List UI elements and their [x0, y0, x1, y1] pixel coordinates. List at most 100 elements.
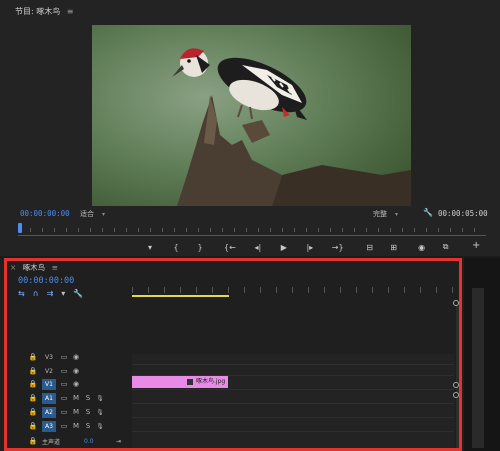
microphone-icon[interactable]: 🎙 [94, 409, 106, 416]
mute-button[interactable]: M [70, 408, 82, 416]
lock-icon[interactable]: 🔒 [28, 367, 38, 375]
lock-icon[interactable]: 🔒 [28, 422, 38, 430]
track-name[interactable]: A1 [42, 392, 56, 404]
timeline-tools: ⇆ ∩ ⇉ ▾ 🔧 [18, 289, 83, 298]
eye-icon[interactable]: ◉ [70, 367, 82, 375]
step-forward-icon[interactable]: |▸ [306, 243, 314, 252]
track-header-v1[interactable]: 🔒 V1 ▭ ◉ [28, 377, 132, 391]
scroll-handle-mid[interactable] [453, 382, 459, 388]
lock-icon[interactable]: 🔒 [28, 353, 38, 361]
sync-lock-icon[interactable]: ▭ [58, 422, 70, 430]
scrub-ticks [18, 228, 486, 232]
master-volume-value[interactable]: 0.0 [84, 438, 116, 445]
track-header-v3[interactable]: 🔒 V3 ▭ ◉ [28, 350, 132, 364]
timeline-menu-icon[interactable]: ≡ [52, 263, 58, 272]
program-monitor-title[interactable]: 节目: 啄木鸟 ≡ [15, 6, 74, 17]
insert-nest-icon[interactable]: ⇆ [18, 289, 25, 298]
woodpecker-image [92, 25, 411, 206]
ruler-ticks [132, 287, 454, 293]
timeline-timecode[interactable]: 00:00:00:00 [18, 276, 74, 286]
scroll-handle-top[interactable] [453, 300, 459, 306]
track-name[interactable]: V1 [42, 378, 56, 390]
fx-badge-icon [187, 378, 193, 385]
fit-select-value: 适合 [80, 210, 94, 218]
timeline-vertical-scrollbar[interactable] [456, 302, 460, 448]
linked-selection-icon[interactable]: ⇉ [47, 289, 54, 298]
add-marker-icon[interactable]: ▾ [61, 289, 65, 298]
export-frame-icon[interactable]: ◉ [418, 243, 426, 252]
timeline-ruler[interactable] [132, 287, 454, 299]
button-editor-add-icon[interactable]: + [472, 240, 480, 251]
track-headers: 🔒 V3 ▭ ◉ 🔒 V2 ▭ ◉ 🔒 V1 ▭ ◉ 🔒 A1 ▭ M S 🎙 🔒 A2 ▭ M S 🎙 🔒 A3 ▭ M S 🎙 🔒 主声道… [28, 350, 132, 451]
sync-lock-icon[interactable]: ▭ [58, 353, 70, 361]
snap-magnet-icon[interactable]: ∩ [33, 289, 39, 298]
lock-icon[interactable]: 🔒 [28, 380, 38, 388]
track-name[interactable]: A2 [42, 406, 56, 418]
sync-lock-icon[interactable]: ▭ [58, 408, 70, 416]
sync-lock-icon[interactable]: ▭ [58, 367, 70, 375]
microphone-icon[interactable]: 🎙 [94, 395, 106, 402]
chevron-down-icon: ▾ [395, 211, 399, 218]
track-header-v2[interactable]: 🔒 V2 ▭ ◉ [28, 364, 132, 378]
lift-icon[interactable]: ⊟ [366, 243, 374, 252]
track-divider [132, 403, 454, 404]
track-divider [132, 417, 454, 418]
extract-icon[interactable]: ⊞ [390, 243, 398, 252]
mark-in-icon[interactable]: { [172, 243, 180, 252]
mute-button[interactable]: M [70, 394, 82, 402]
track-name[interactable]: V3 [42, 352, 56, 363]
marker-icon[interactable]: ▾ [146, 243, 154, 252]
chevron-down-icon: ▾ [102, 211, 106, 218]
go-to-out-icon[interactable]: →} [332, 243, 344, 252]
track-divider [132, 364, 454, 365]
program-preview-image [92, 25, 411, 206]
lock-icon[interactable]: 🔒 [28, 437, 38, 445]
program-scrub-bar[interactable] [18, 228, 486, 236]
playhead-timecode[interactable]: 00:00:00:00 [20, 209, 70, 218]
audio-meter-panel [464, 258, 500, 451]
timeline-tab[interactable]: × 啄木鸟 ≡ [10, 262, 58, 273]
compare-icon[interactable]: ⧉ [442, 242, 450, 252]
program-playhead[interactable] [18, 223, 22, 233]
track-name[interactable]: A3 [42, 420, 56, 432]
panel-menu-icon[interactable]: ≡ [67, 7, 74, 16]
go-to-in-icon[interactable]: {← [224, 243, 236, 252]
solo-button[interactable]: S [82, 394, 94, 402]
master-track-header[interactable]: 🔒 主声道 0.0 ⇥ [28, 434, 132, 448]
audio-meter [472, 288, 484, 448]
timeline-clip[interactable]: 啄木鸟.jpg [132, 376, 228, 388]
solo-button[interactable]: S [82, 408, 94, 416]
track-header-a3[interactable]: 🔒 A3 ▭ M S 🎙 [28, 419, 132, 433]
track-header-a2[interactable]: 🔒 A2 ▭ M S 🎙 [28, 405, 132, 419]
eye-icon[interactable]: ◉ [70, 380, 82, 388]
mark-out-icon[interactable]: } [196, 243, 204, 252]
settings-wrench-icon[interactable]: 🔧 [423, 208, 433, 217]
track-name[interactable]: V2 [42, 366, 56, 377]
sequence-name: 啄木鸟 [22, 263, 46, 272]
track-divider [132, 431, 454, 432]
play-icon[interactable]: ▶ [280, 243, 288, 252]
mute-button[interactable]: M [70, 422, 82, 430]
go-to-end-icon[interactable]: ⇥ [116, 438, 121, 445]
close-icon[interactable]: × [10, 263, 16, 272]
program-title-text: 节目: 啄木鸟 [15, 7, 61, 16]
resolution-select-value: 完整 [373, 210, 387, 218]
lock-icon[interactable]: 🔒 [28, 408, 38, 416]
transport-controls: ▾ {} {← ◂| ▶ |▸ →} ⊟ ⊞ ◉ ⧉ [146, 241, 450, 253]
sync-lock-icon[interactable]: ▭ [58, 394, 70, 402]
timeline-settings-wrench-icon[interactable]: 🔧 [73, 289, 83, 298]
sync-lock-icon[interactable]: ▭ [58, 380, 70, 388]
master-label: 主声道 [42, 438, 61, 446]
playback-resolution-select[interactable]: 完整 ▾ [373, 209, 398, 219]
zoom-fit-select[interactable]: 适合 ▾ [80, 209, 105, 219]
microphone-icon[interactable]: 🎙 [94, 423, 106, 430]
clip-name: 啄木鸟.jpg [196, 378, 226, 385]
step-back-icon[interactable]: ◂| [254, 243, 262, 252]
lock-icon[interactable]: 🔒 [28, 394, 38, 402]
solo-button[interactable]: S [82, 422, 94, 430]
eye-icon[interactable]: ◉ [70, 353, 82, 361]
scroll-handle-mid2[interactable] [453, 392, 459, 398]
track-header-a1[interactable]: 🔒 A1 ▭ M S 🎙 [28, 391, 132, 405]
timeline-panel: × 啄木鸟 ≡ 00:00:00:00 ⇆ ∩ ⇉ ▾ 🔧 啄木鸟.jpg 🔒 V… [0, 258, 500, 451]
work-area-bar[interactable] [132, 295, 229, 297]
